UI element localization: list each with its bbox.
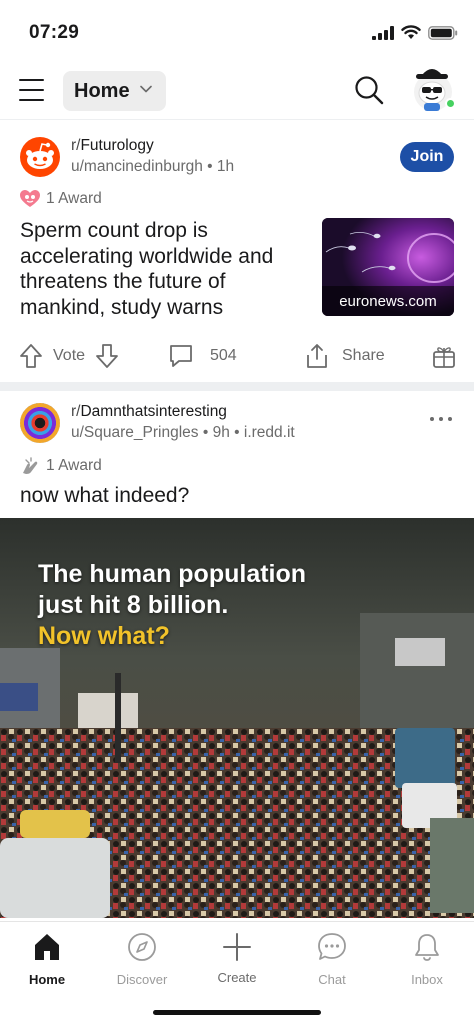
search-icon: [355, 76, 384, 105]
plus-icon: [223, 933, 251, 961]
downvote-arrow-icon[interactable]: [95, 343, 119, 369]
subreddit-avatar-icon[interactable]: [20, 403, 60, 443]
nav-chat-label: Chat: [318, 972, 346, 987]
battery-icon: [428, 25, 458, 40]
post-title-line: Sperm count drop is: [20, 219, 208, 242]
feed-selector-dropdown[interactable]: Home: [63, 71, 166, 111]
subreddit-label: Futurology: [80, 137, 154, 154]
award-hands-icon: [23, 457, 38, 474]
award-button[interactable]: [431, 343, 457, 369]
home-icon: [35, 934, 59, 960]
status-bar: 07:29: [0, 0, 474, 62]
nav-inbox[interactable]: Inbox: [387, 930, 467, 987]
vote-label: Vote: [53, 347, 86, 364]
post-meta: u/mancinedinburgh • 1h: [71, 158, 234, 176]
post-meta: u/Square_Pringles • 9h • i.redd.it: [71, 424, 295, 442]
more-options-icon[interactable]: [430, 417, 452, 425]
feed-selector-label: Home: [74, 79, 130, 102]
chat-bubble-icon: [318, 933, 346, 960]
nav-home[interactable]: Home: [7, 930, 87, 987]
compass-icon: [128, 933, 156, 961]
post-image[interactable]: The human population just hit 8 billion.…: [0, 518, 474, 918]
post-title[interactable]: now what indeed?: [20, 484, 189, 508]
subreddit-avatar-icon[interactable]: [20, 137, 60, 177]
overlay-line: just hit 8 billion.: [38, 591, 229, 619]
award-count: 1 Award: [46, 190, 102, 207]
award-row[interactable]: 1 Award: [20, 456, 102, 476]
meta-separator: •: [207, 158, 217, 175]
cellular-signal-icon: [372, 25, 394, 40]
snoo-icon: [26, 142, 54, 169]
award-heart-icon: [20, 190, 40, 207]
subreddit-label: Damnthatsinteresting: [80, 403, 227, 420]
app-header: Home: [0, 62, 474, 118]
nav-create[interactable]: Create: [197, 930, 277, 985]
upvote-arrow-icon[interactable]: [19, 343, 43, 369]
post-domain[interactable]: i.redd.it: [244, 424, 295, 441]
post-title-line: accelerating worldwide and: [20, 244, 274, 268]
vote-group: Vote: [19, 343, 119, 369]
menu-icon[interactable]: [19, 79, 44, 101]
post-title-line: mankind, study warns: [20, 295, 224, 319]
post-age: 1h: [216, 158, 235, 175]
image-overlay-text: The human population just hit 8 billion.…: [38, 559, 306, 652]
overlay-line-highlight: Now what?: [38, 622, 170, 650]
status-time: 07:29: [29, 22, 80, 43]
nav-create-label: Create: [217, 970, 257, 985]
meta-separator: •: [202, 424, 213, 441]
post-card[interactable]: r/Damnthatsinteresting u/Square_Pringles…: [0, 391, 474, 921]
join-button[interactable]: Join: [400, 142, 454, 172]
comment-count: 504: [210, 347, 237, 364]
status-icons: [372, 25, 458, 40]
award-row[interactable]: 1 Award: [20, 190, 102, 208]
post-thumbnail[interactable]: euronews.com: [322, 218, 454, 316]
search-button[interactable]: [353, 74, 385, 106]
online-status-dot: [445, 98, 456, 109]
user-avatar[interactable]: [410, 63, 456, 113]
nav-discover-label: Discover: [116, 972, 168, 987]
share-button[interactable]: Share: [304, 343, 385, 369]
nav-chat[interactable]: Chat: [292, 930, 372, 987]
post-title-line: threatens the future of: [20, 270, 226, 293]
post-author[interactable]: u/Square_Pringles: [71, 424, 199, 441]
post-title[interactable]: Sperm count drop is accelerating worldwi…: [20, 218, 310, 320]
share-icon: [307, 344, 327, 368]
gift-icon: [433, 347, 455, 368]
award-count: 1 Award: [46, 457, 102, 474]
nav-home-label: Home: [28, 972, 66, 987]
subreddit-name[interactable]: r/Futurology: [71, 137, 154, 155]
subreddit-name[interactable]: r/Damnthatsinteresting: [71, 403, 227, 421]
share-label: Share: [342, 347, 385, 364]
bell-icon: [415, 934, 439, 961]
post-card[interactable]: r/Futurology u/mancinedinburgh • 1h Join…: [0, 120, 474, 382]
post-age: 9h: [212, 424, 230, 441]
overlay-line: The human population: [38, 560, 307, 588]
home-indicator[interactable]: [153, 1010, 321, 1015]
comments-button[interactable]: 504: [168, 343, 237, 369]
post-author[interactable]: u/mancinedinburgh: [71, 158, 203, 175]
post-action-bar: Vote 504 Share: [0, 337, 474, 377]
meta-separator: •: [234, 424, 244, 441]
thumbnail-domain: euronews.com: [322, 286, 454, 316]
post-separator: [0, 382, 474, 391]
chevron-down-icon: [140, 85, 152, 93]
nav-inbox-label: Inbox: [411, 972, 443, 987]
comment-bubble-icon: [170, 345, 192, 367]
wifi-icon: [401, 25, 421, 39]
nav-discover[interactable]: Discover: [102, 930, 182, 987]
